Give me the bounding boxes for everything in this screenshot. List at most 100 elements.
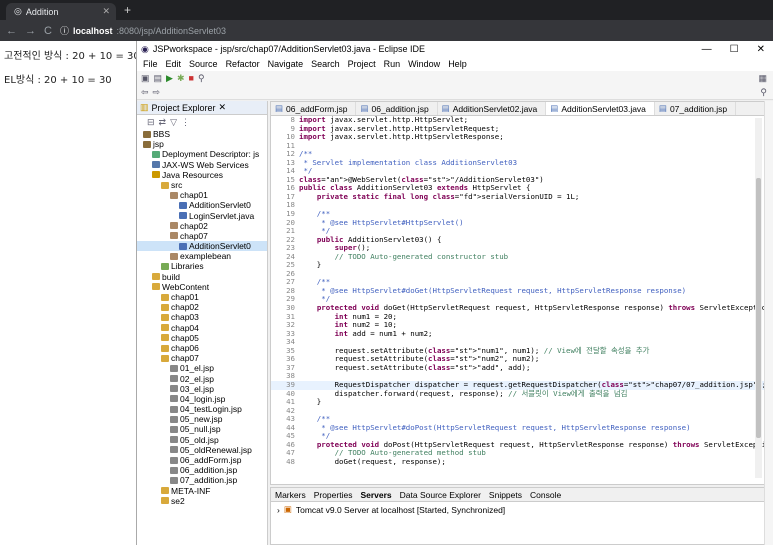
code-line[interactable]: 11 (271, 141, 764, 151)
filter-icon[interactable]: ▽ (170, 117, 177, 128)
editor-tab[interactable]: ▤ AdditionServlet02.java (438, 102, 547, 115)
run-icon[interactable]: ▶ (166, 73, 173, 84)
tree-item[interactable]: 06_addForm.jsp (137, 455, 267, 465)
code-line[interactable]: 44 * @see HttpServlet#doPost(HttpServlet… (271, 423, 764, 433)
editor-tab[interactable]: ▤ 07_addition.jsp (655, 102, 737, 115)
code-line[interactable]: 28 * @see HttpServlet#doGet(HttpServletR… (271, 286, 764, 296)
code-area[interactable]: 8 import javax.servlet.http.HttpServlet; 9… (271, 115, 766, 467)
menu-navigate[interactable]: Navigate (268, 59, 304, 69)
tree-item[interactable]: chap06 (137, 343, 267, 353)
tree-item[interactable]: jsp (137, 139, 267, 149)
save-icon[interactable]: ▤ (154, 73, 163, 84)
tree-item[interactable]: src (137, 180, 267, 190)
search-icon[interactable]: ⚲ (198, 73, 205, 84)
address-bar[interactable]: ⓘ localhost:8080/jsp/AdditionServlet03 (60, 24, 226, 37)
code-line[interactable]: 42 (271, 406, 764, 416)
close-window-icon[interactable]: ✕ (757, 44, 765, 55)
perspective-icon[interactable]: ▦ (758, 73, 767, 84)
tree-item[interactable]: META-INF (137, 486, 267, 496)
tree-item[interactable]: chap03 (137, 312, 267, 322)
minimize-icon[interactable]: — (702, 44, 712, 55)
close-view-icon[interactable]: ✕ (219, 102, 227, 113)
code-line[interactable]: 48 doGet(request, response); (271, 457, 764, 467)
code-line[interactable]: 18 (271, 201, 764, 210)
view-menu-icon[interactable]: ⋮ (181, 117, 190, 128)
editor-scrollbar[interactable] (755, 118, 762, 478)
collapse-all-icon[interactable]: ⊟ (147, 117, 155, 128)
menu-search[interactable]: Search (311, 59, 340, 69)
tree-item[interactable]: LoginServlet.java (137, 211, 267, 221)
menu-window[interactable]: Window (408, 59, 440, 69)
forward-icon[interactable]: → (25, 25, 36, 37)
bottom-tab[interactable]: Properties (314, 490, 353, 500)
bottom-tab[interactable]: Data Source Explorer (400, 490, 481, 500)
bottom-tab[interactable]: Servers (360, 490, 391, 500)
debug-icon[interactable]: ✱ (177, 73, 185, 84)
tree-item[interactable]: 07_addition.jsp (137, 475, 267, 485)
code-line[interactable]: 13 * Servlet implementation class Additi… (271, 158, 764, 168)
tree-item[interactable]: chap01 (137, 190, 267, 200)
project-explorer-title[interactable]: Project Explorer (152, 103, 216, 113)
code-line[interactable]: 10 import javax.servlet.http.HttpServletR… (271, 132, 764, 142)
bottom-tab[interactable]: Snippets (489, 490, 522, 500)
tree-item[interactable]: Java Resources (137, 170, 267, 180)
scroll-thumb[interactable] (756, 178, 761, 438)
code-line[interactable]: 17 private static final long class="fd">… (271, 192, 764, 202)
tree-item[interactable]: 02_el.jsp (137, 374, 267, 384)
tree-item[interactable]: 05_oldRenewal.jsp (137, 445, 267, 455)
tree-item[interactable]: chap07 (137, 353, 267, 363)
code-line[interactable]: 26 (271, 269, 764, 279)
tree-item[interactable]: Deployment Descriptor: js (137, 149, 267, 159)
menu-help[interactable]: Help (448, 59, 467, 69)
tree-item[interactable]: 04_login.jsp (137, 394, 267, 404)
menu-edit[interactable]: Edit (166, 59, 182, 69)
menu-run[interactable]: Run (384, 59, 401, 69)
browser-tab[interactable]: ◎ Addition ✕ (6, 3, 116, 20)
tree-item[interactable]: 03_el.jsp (137, 384, 267, 394)
server-icon[interactable]: ■ (189, 73, 194, 83)
tree-item[interactable]: se2 (137, 496, 267, 506)
code-line[interactable]: 41 } (271, 397, 764, 407)
expand-icon[interactable]: › (277, 505, 280, 515)
tree-item[interactable]: 04_testLogin.jsp (137, 404, 267, 414)
new-icon[interactable]: ▣ (141, 73, 150, 84)
editor-tab[interactable]: ▤ AdditionServlet03.java (546, 102, 655, 115)
tree-item[interactable]: chap01 (137, 292, 267, 302)
editor-tab[interactable]: ▤ 06_addForm.jsp (271, 102, 357, 115)
code-line[interactable]: 24 // TODO Auto-generated constructor st… (271, 252, 764, 262)
new-tab-icon[interactable]: + (124, 3, 131, 17)
menu-source[interactable]: Source (189, 59, 218, 69)
menu-project[interactable]: Project (348, 59, 376, 69)
tree-item[interactable]: chap02 (137, 302, 267, 312)
tree-item[interactable]: AdditionServlet0 (137, 200, 267, 210)
tree-item[interactable]: AdditionServlet0 (137, 241, 267, 252)
tree-item[interactable]: 01_el.jsp (137, 363, 267, 373)
tree-item[interactable]: chap07 (137, 231, 267, 241)
tree-item[interactable]: build (137, 272, 267, 282)
tree-item[interactable]: examplebean (137, 251, 267, 261)
reload-icon[interactable]: C (44, 25, 52, 37)
link-editor-icon[interactable]: ⇄ (159, 117, 167, 128)
maximize-icon[interactable]: ☐ (730, 44, 739, 55)
editor-tab[interactable]: ▤ 06_addition.jsp (356, 102, 438, 115)
nav-back-icon[interactable]: ⇦ (141, 87, 149, 98)
tree-item[interactable]: Libraries (137, 261, 267, 271)
code-line[interactable]: 20 * @see HttpServlet#HttpServlet() (271, 218, 764, 228)
code-line[interactable]: 37 request.setAttribute(class="st">"add"… (271, 363, 764, 373)
tree-item[interactable]: 05_null.jsp (137, 424, 267, 434)
nav-forward-icon[interactable]: ⇨ (153, 87, 161, 98)
menu-refactor[interactable]: Refactor (226, 59, 260, 69)
menu-file[interactable]: File (143, 59, 158, 69)
code-line[interactable]: 33 int add = num1 + num2; (271, 329, 764, 339)
quick-access-icon[interactable]: ⚲ (760, 87, 767, 98)
bottom-tab[interactable]: Console (530, 490, 561, 500)
bottom-tab[interactable]: Markers (275, 490, 306, 500)
tree-item[interactable]: WebContent (137, 282, 267, 292)
tree-item[interactable]: chap05 (137, 333, 267, 343)
tree-item[interactable]: chap02 (137, 221, 267, 231)
server-row[interactable]: › ▣ Tomcat v9.0 Server at localhost [Sta… (271, 502, 764, 517)
tree-item[interactable]: BBS (137, 129, 267, 139)
code-line[interactable]: 25 } (271, 261, 764, 270)
tree-item[interactable]: 05_old.jsp (137, 435, 267, 445)
tree-item[interactable]: chap04 (137, 323, 267, 333)
